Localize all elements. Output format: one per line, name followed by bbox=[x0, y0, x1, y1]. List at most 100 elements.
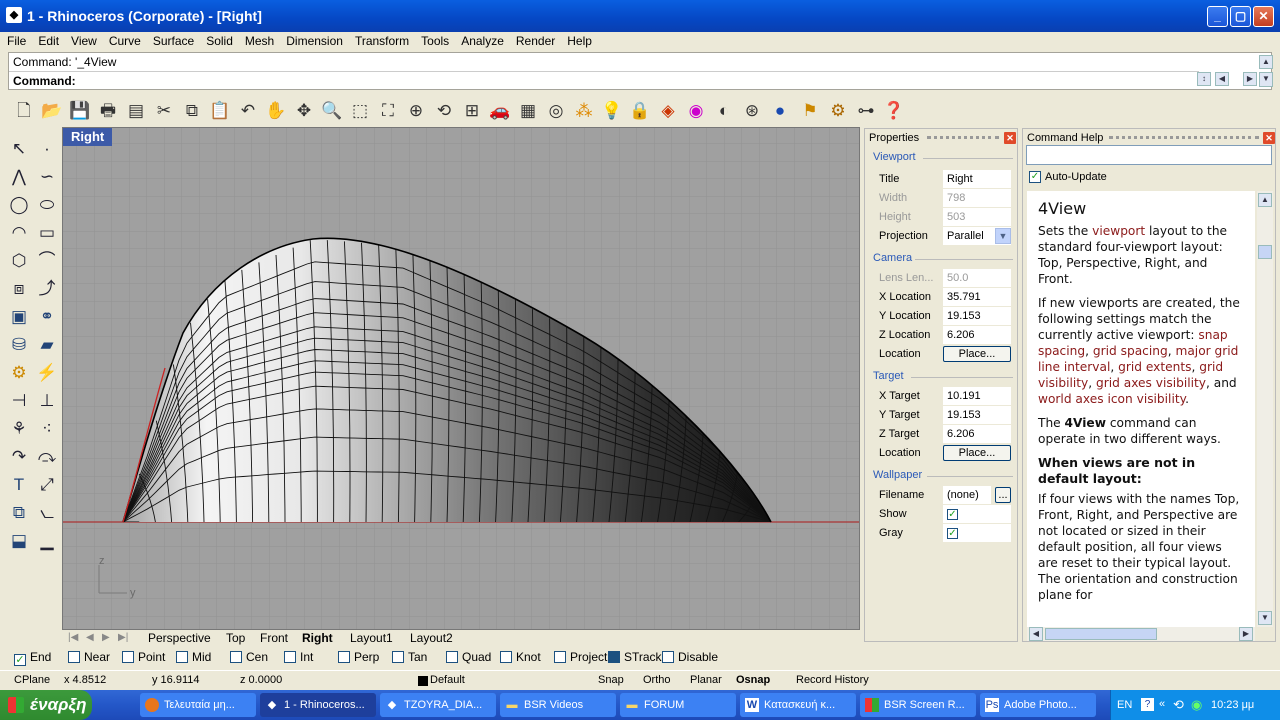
car-set-view-icon[interactable]: 🚗 bbox=[488, 98, 512, 124]
osnap-point[interactable]: Point bbox=[122, 650, 165, 664]
osnap-knot-checkbox[interactable] bbox=[500, 651, 512, 663]
osnap-knot[interactable]: Knot bbox=[500, 650, 541, 664]
flag-icon[interactable]: ⚑ bbox=[798, 98, 822, 124]
z-target-field[interactable]: 6.206 bbox=[943, 425, 1011, 443]
transform-gear-icon[interactable]: ⚙ bbox=[6, 360, 32, 386]
close-button[interactable]: ✕ bbox=[1253, 6, 1274, 27]
status-record-history[interactable]: Record History bbox=[796, 674, 869, 686]
browse-button[interactable]: ... bbox=[995, 487, 1011, 503]
osnap-quad[interactable]: Quad bbox=[446, 650, 491, 664]
zoom-extents-icon[interactable]: ⛶ bbox=[376, 98, 400, 124]
ungroup-icon[interactable]: ⁖ bbox=[34, 416, 60, 442]
menu-file[interactable]: File bbox=[2, 32, 31, 50]
link-grid-spacing[interactable]: grid spacing bbox=[1093, 344, 1168, 358]
osnap-project-checkbox[interactable] bbox=[554, 651, 566, 663]
maximize-button[interactable]: ▢ bbox=[1230, 6, 1251, 27]
menu-solid[interactable]: Solid bbox=[201, 32, 238, 50]
mesh-icon[interactable]: ▰ bbox=[34, 332, 60, 358]
undo-icon[interactable]: ↶ bbox=[236, 98, 260, 124]
tab-layout1[interactable]: Layout1 bbox=[350, 631, 393, 645]
menu-help[interactable]: Help bbox=[562, 32, 597, 50]
taskbar-item-forum[interactable]: ▬ FORUM bbox=[620, 693, 736, 717]
osnap-end[interactable]: ✓ End bbox=[14, 650, 51, 666]
point-icon[interactable]: · bbox=[34, 136, 60, 162]
color-wheel-icon[interactable]: ◉ bbox=[684, 98, 708, 124]
osnap-mid[interactable]: Mid bbox=[176, 650, 211, 664]
taskbar-item-photoshop[interactable]: Ps Adobe Photo... bbox=[980, 693, 1096, 717]
boolean-union-icon[interactable]: ⚭ bbox=[34, 304, 60, 330]
help-icon[interactable]: ❓ bbox=[882, 98, 906, 124]
panel-grip[interactable] bbox=[927, 136, 999, 139]
cut-icon[interactable]: ✂ bbox=[152, 98, 176, 124]
four-view-icon[interactable]: ⊞ bbox=[460, 98, 484, 124]
osnap-end-checkbox[interactable]: ✓ bbox=[14, 654, 26, 666]
select-points-icon[interactable]: ⁂ bbox=[572, 98, 596, 124]
tab-top[interactable]: Top bbox=[226, 631, 245, 645]
osnap-near-checkbox[interactable] bbox=[68, 651, 80, 663]
extrude-curve-icon[interactable]: ⤴ bbox=[34, 276, 60, 302]
surface-icon[interactable]: ⧈ bbox=[6, 276, 32, 302]
osnap-cen-checkbox[interactable] bbox=[230, 651, 242, 663]
pan-hand-icon[interactable]: ✋ bbox=[264, 98, 288, 124]
scale-icon[interactable]: ⤼ bbox=[34, 444, 60, 470]
menu-transform[interactable]: Transform bbox=[350, 32, 414, 50]
help-vscrollbar[interactable]: ▲ ▼ bbox=[1257, 191, 1273, 627]
status-snap[interactable]: Snap bbox=[598, 674, 624, 686]
paste-icon[interactable]: 📋 bbox=[208, 98, 232, 124]
menu-render[interactable]: Render bbox=[511, 32, 560, 50]
network-icon[interactable]: ⟲ bbox=[1173, 697, 1184, 713]
tab-right[interactable]: Right bbox=[302, 631, 333, 645]
osnap-int[interactable]: Int bbox=[284, 650, 313, 664]
osnap-cen[interactable]: Cen bbox=[230, 650, 268, 664]
help-tray-icon[interactable]: ? bbox=[1141, 698, 1154, 711]
tab-first-icon[interactable]: |◀ bbox=[68, 632, 78, 643]
link-grid-axes-visibility[interactable]: grid axes visibility bbox=[1096, 376, 1206, 390]
right-viewport[interactable]: z y Right bbox=[62, 127, 860, 630]
scroll-right-icon[interactable]: ▶ bbox=[1239, 627, 1253, 641]
zoom-selected-icon[interactable]: ⊕ bbox=[404, 98, 428, 124]
command-scroll-updown[interactable]: ↕ bbox=[1197, 72, 1211, 86]
arc-icon[interactable]: ◠ bbox=[6, 220, 32, 246]
gray-checkbox[interactable]: ✓ bbox=[947, 528, 958, 539]
show-checkbox[interactable]: ✓ bbox=[947, 509, 958, 520]
lock-icon[interactable]: 🔒 bbox=[628, 98, 652, 124]
tab-last-icon[interactable]: ▶| bbox=[118, 632, 128, 643]
status-planar[interactable]: Planar bbox=[690, 674, 722, 686]
x-target-field[interactable]: 10.191 bbox=[943, 387, 1011, 405]
box-icon[interactable]: ▣ bbox=[6, 304, 32, 330]
lightbulb-icon[interactable]: 💡 bbox=[600, 98, 624, 124]
zoom-window-icon[interactable]: ⬚ bbox=[348, 98, 372, 124]
tab-prev-icon[interactable]: ◀ bbox=[86, 632, 94, 643]
link-grid-extents[interactable]: grid extents bbox=[1118, 360, 1191, 374]
status-ortho[interactable]: Ortho bbox=[643, 674, 671, 686]
dimension-icon[interactable]: ⤢ bbox=[34, 472, 60, 498]
command-help-close-icon[interactable]: ✕ bbox=[1263, 132, 1275, 144]
filename-field[interactable]: (none) bbox=[943, 486, 991, 504]
copy-icon[interactable]: ⧉ bbox=[180, 98, 204, 124]
tab-perspective[interactable]: Perspective bbox=[148, 631, 211, 645]
analyze-icon[interactable]: ⦦ bbox=[34, 500, 60, 526]
select-arrow-icon[interactable]: ↖ bbox=[6, 136, 32, 162]
osnap-mid-checkbox[interactable] bbox=[176, 651, 188, 663]
target-place-button[interactable]: Place... bbox=[943, 445, 1011, 461]
array-icon[interactable]: ⧉ bbox=[6, 500, 32, 526]
osnap-point-checkbox[interactable] bbox=[122, 651, 134, 663]
history-scroll-down[interactable]: ▼ bbox=[1259, 72, 1273, 87]
rotate-icon[interactable]: ↷ bbox=[6, 444, 32, 470]
options-gear-icon[interactable]: ⚙ bbox=[826, 98, 850, 124]
camera-place-button[interactable]: Place... bbox=[943, 346, 1011, 362]
taskbar-item-firefox[interactable]: Τελευταία μη... bbox=[140, 693, 256, 717]
panel-grip[interactable] bbox=[1109, 136, 1259, 139]
y-target-field[interactable]: 19.153 bbox=[943, 406, 1011, 424]
status-cplane[interactable]: CPlane bbox=[14, 674, 50, 686]
menu-surface[interactable]: Surface bbox=[148, 32, 199, 50]
menu-edit[interactable]: Edit bbox=[33, 32, 64, 50]
tray-arrow-icon[interactable]: « bbox=[1159, 698, 1165, 710]
document-properties-icon[interactable]: ▤ bbox=[124, 98, 148, 124]
render-sphere-icon[interactable]: ● bbox=[768, 98, 792, 124]
link-world-axes-icon-visibility[interactable]: world axes icon visibility bbox=[1038, 392, 1185, 406]
taskbar-item-word[interactable]: W Κατασκευή κ... bbox=[740, 693, 856, 717]
tab-next-icon[interactable]: ▶ bbox=[102, 632, 110, 643]
x-location-field[interactable]: 35.791 bbox=[943, 288, 1011, 306]
move-icon[interactable]: ⊣ bbox=[6, 388, 32, 414]
